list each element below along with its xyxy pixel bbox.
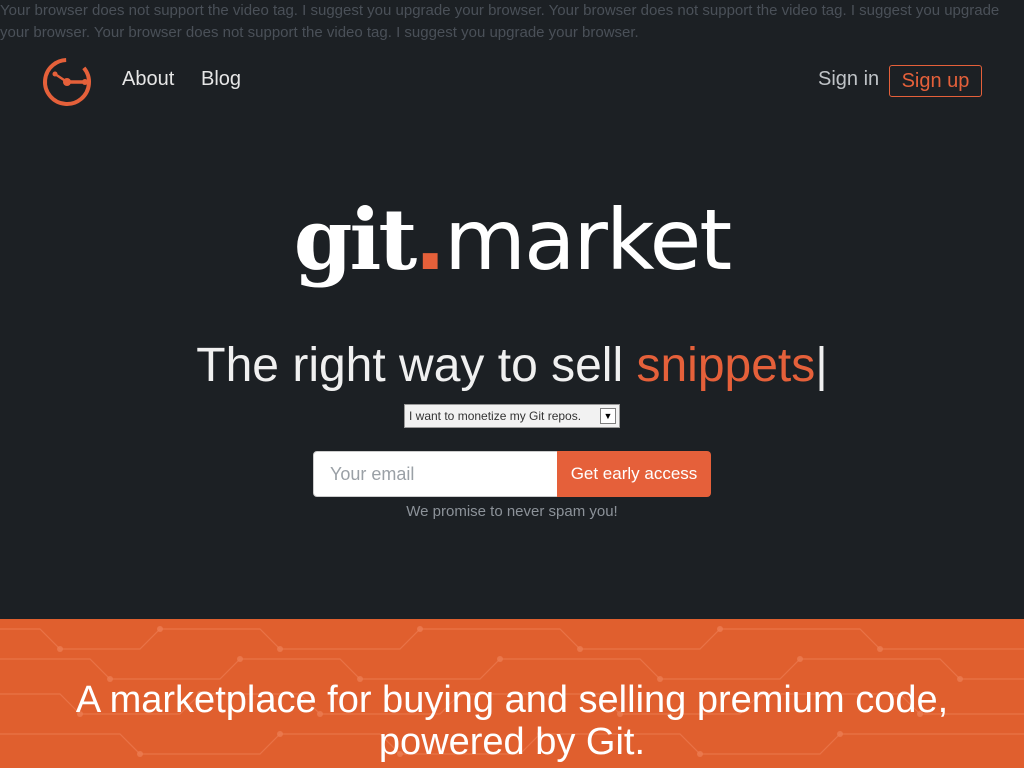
email-input[interactable] [313, 451, 558, 497]
nav-blog-link[interactable]: Blog [201, 68, 241, 91]
brand-wordmark: git.market [0, 190, 1024, 290]
brand-part-market: market [444, 191, 732, 289]
sign-in-link[interactable]: Sign in [818, 68, 879, 91]
sign-up-button[interactable]: Sign up [889, 65, 982, 97]
marketplace-banner: A marketplace for buying and selling pre… [0, 619, 1024, 768]
brand-dot: . [414, 191, 446, 289]
video-fallback-text: Your browser does not support the video … [0, 2, 1000, 41]
git-market-logo-icon[interactable] [41, 56, 93, 108]
marketplace-headline-line1: A marketplace for buying and selling pre… [75, 679, 949, 721]
marketplace-headline-line2: powered by Git. [378, 721, 646, 763]
get-early-access-button[interactable]: Get early access [557, 451, 711, 497]
typing-cursor: | [815, 339, 828, 392]
tagline-prefix: The right way to sell [196, 339, 637, 392]
intent-select[interactable]: I want to monetize my Git repos. ▼ [404, 404, 620, 428]
top-nav: About Blog Sign in Sign up [0, 54, 1024, 108]
marketplace-headline: A marketplace for buying and selling pre… [0, 679, 1024, 763]
chevron-down-icon[interactable]: ▼ [600, 408, 616, 424]
tagline: The right way to sell snippets| [0, 338, 1024, 394]
no-spam-note: We promise to never spam you! [406, 503, 618, 520]
intent-select-value: I want to monetize my Git repos. [409, 409, 582, 423]
brand-part-git: git [293, 190, 417, 289]
nav-about-link[interactable]: About [122, 68, 174, 91]
tagline-rotating-word: snippets [636, 339, 816, 392]
